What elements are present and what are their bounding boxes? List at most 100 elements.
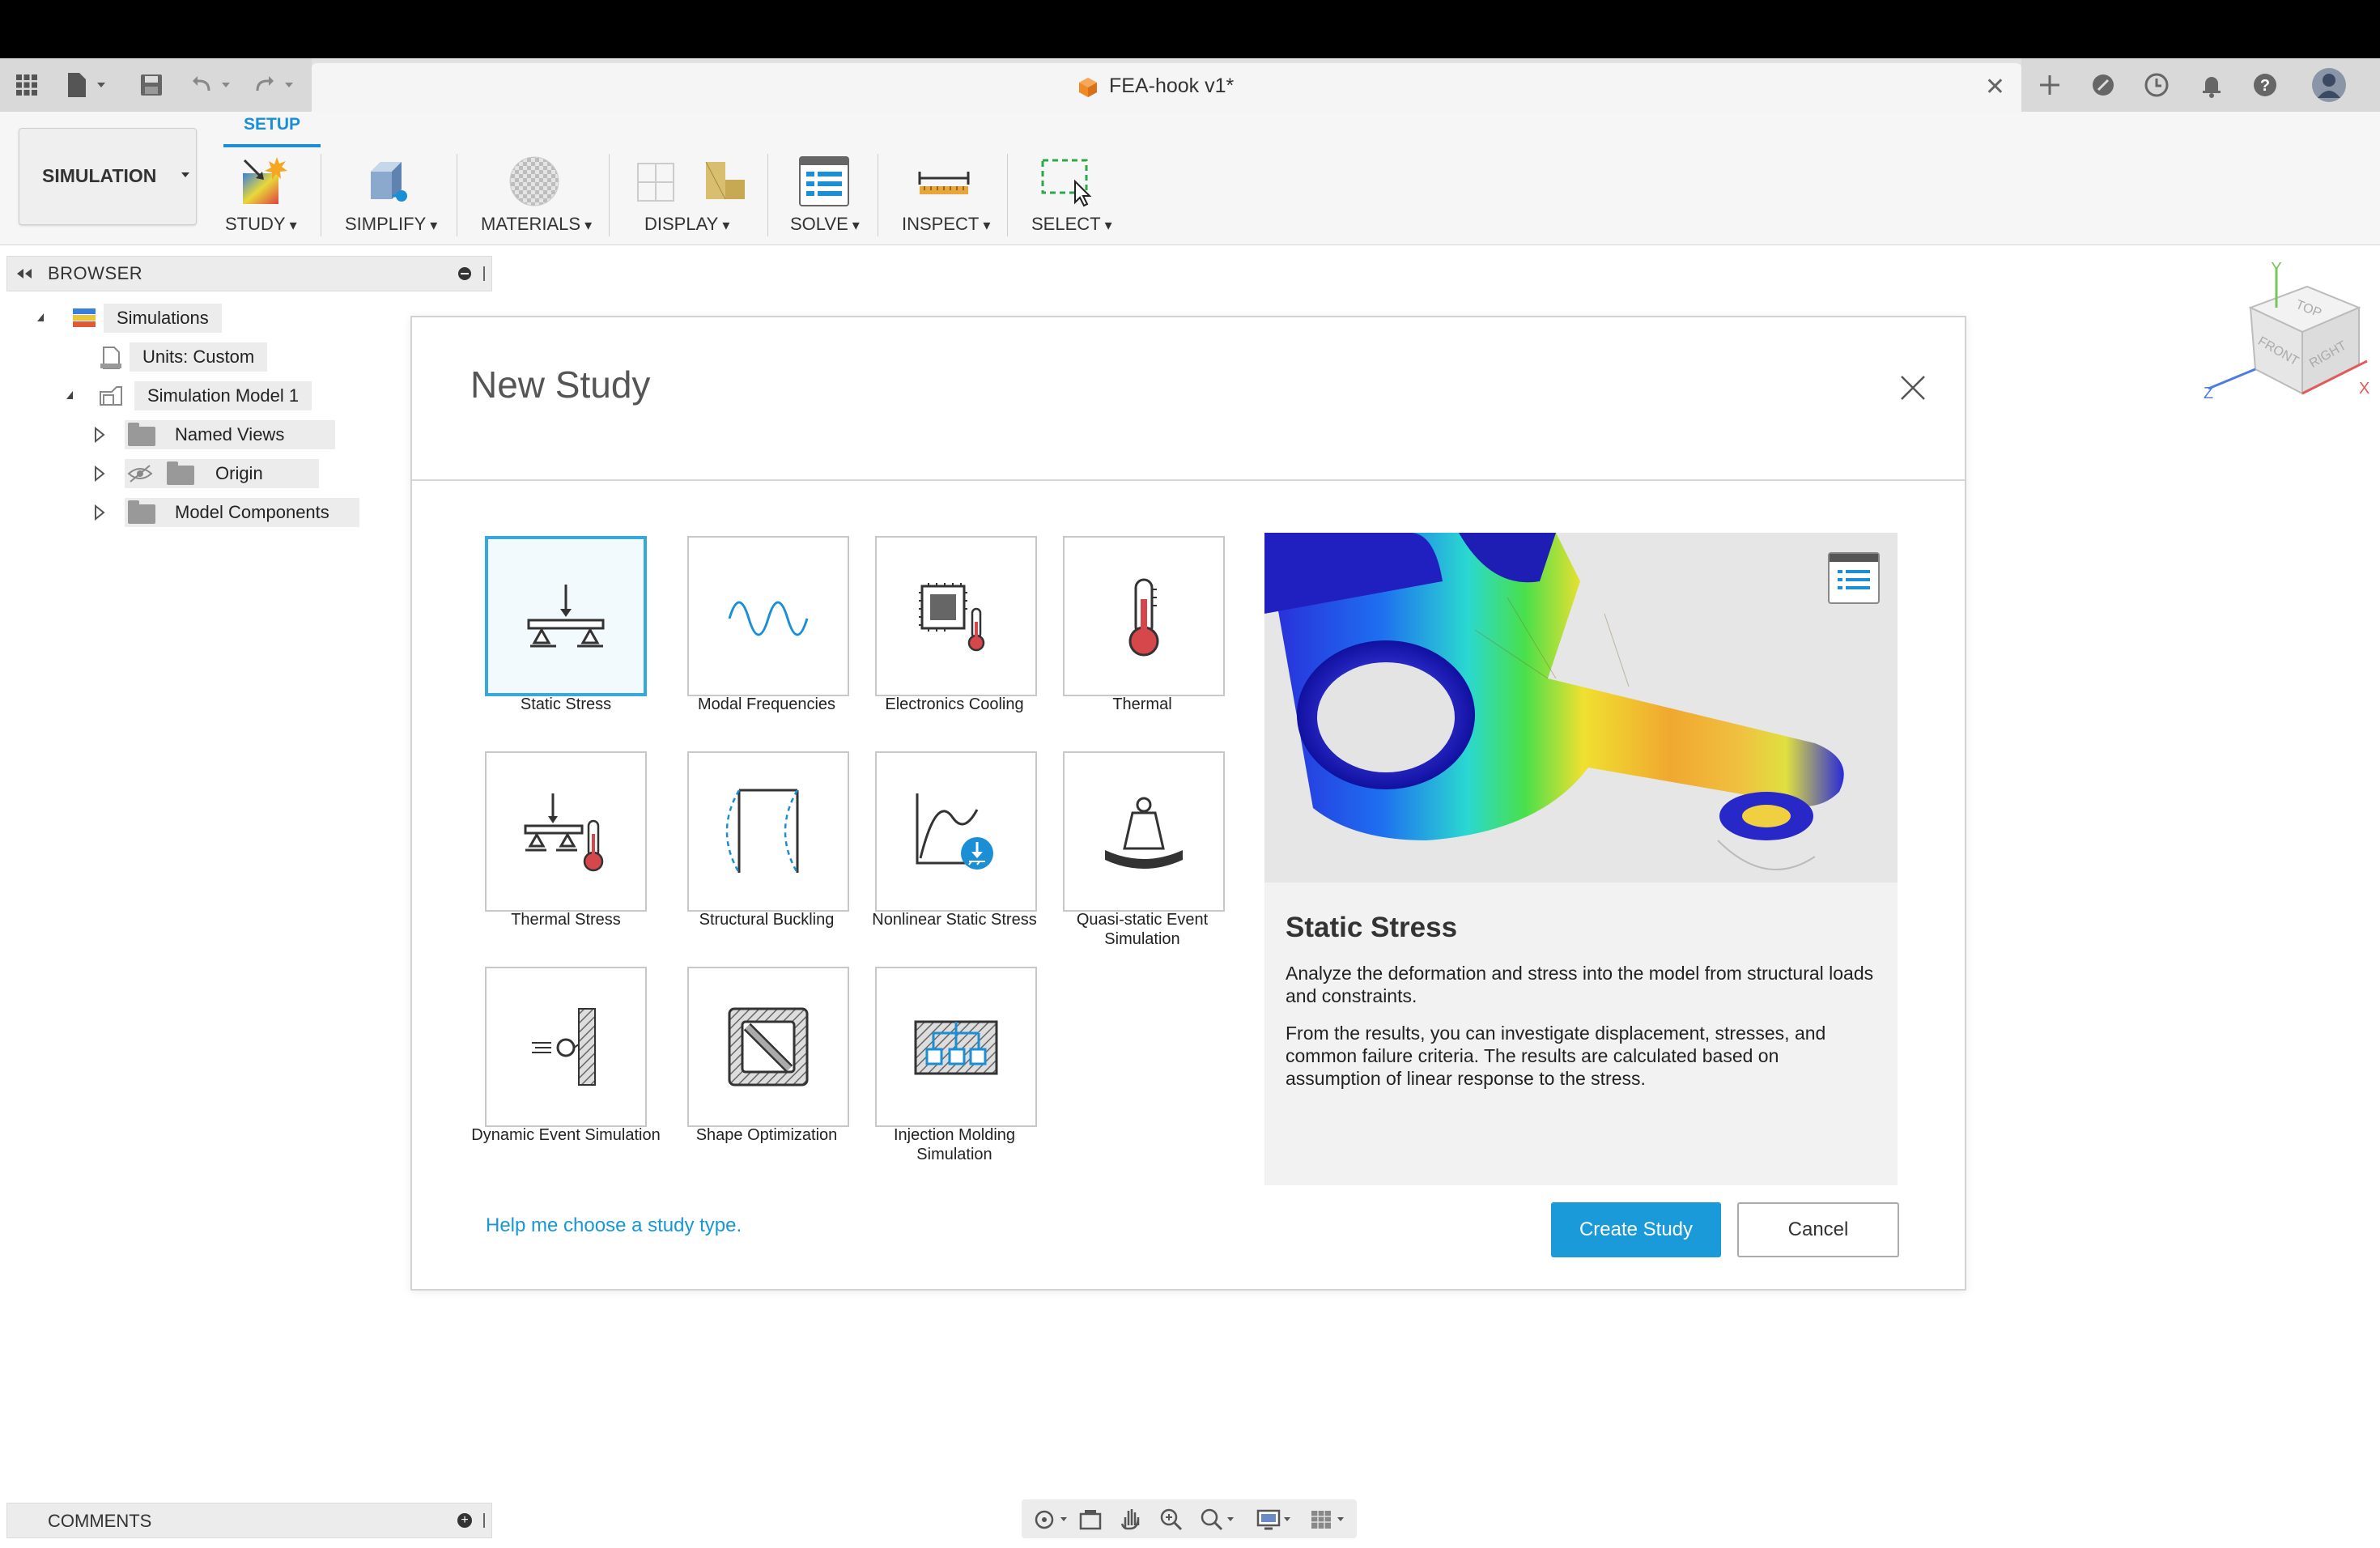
preview-description: Analyze the deformation and stress into … xyxy=(1286,963,1874,1006)
collapse-panel-icon[interactable] xyxy=(15,266,33,281)
study-label[interactable]: Structural Buckling xyxy=(669,910,864,929)
collapsed-arrow-icon[interactable] xyxy=(94,504,105,521)
solve-icon xyxy=(799,156,849,206)
study-tile-nonlinear-static-stress[interactable] xyxy=(875,751,1037,912)
job-status-icon[interactable] xyxy=(2143,71,2170,99)
study-label[interactable]: Nonlinear Static Stress xyxy=(857,910,1052,929)
save-icon[interactable] xyxy=(136,70,167,100)
orbit-icon[interactable] xyxy=(1033,1508,1069,1532)
study-label[interactable]: Electronics Cooling xyxy=(857,695,1052,714)
study-tile-structural-buckling[interactable] xyxy=(687,751,849,912)
inspect-group[interactable]: INSPECT xyxy=(899,154,996,241)
study-tile-injection-molding[interactable] xyxy=(875,967,1037,1127)
file-menu-icon[interactable] xyxy=(62,70,113,100)
display-group[interactable]: DISPLAY xyxy=(628,154,750,241)
simulations-icon xyxy=(73,308,96,327)
notifications-bell-icon[interactable] xyxy=(2198,71,2225,99)
grid-settings-icon[interactable] xyxy=(1310,1508,1345,1532)
inspect-label: INSPECT xyxy=(902,214,990,235)
structural-buckling-icon xyxy=(725,789,799,874)
dialog-title: New Study xyxy=(470,364,651,406)
cancel-button[interactable]: Cancel xyxy=(1737,1202,1899,1257)
solve-group[interactable]: SOLVE xyxy=(785,154,866,241)
help-choose-study-link[interactable]: Help me choose a study type. xyxy=(486,1214,742,1237)
browser-panel-header[interactable]: BROWSER xyxy=(6,256,492,291)
apps-grid-icon[interactable] xyxy=(11,70,42,100)
nonlinear-static-stress-icon xyxy=(916,793,993,870)
expanded-arrow-icon[interactable] xyxy=(66,391,73,399)
study-label[interactable]: Modal Frequencies xyxy=(669,695,864,714)
visibility-hidden-icon[interactable] xyxy=(126,464,154,483)
study-label[interactable]: Quasi-static Event Simulation xyxy=(1045,910,1239,949)
comments-panel-header[interactable]: COMMENTS + xyxy=(6,1503,492,1538)
study-tile-quasi-static-event[interactable] xyxy=(1063,751,1225,912)
document-cube-icon xyxy=(1079,78,1097,97)
thermal-stress-icon xyxy=(524,793,604,872)
study-tile-electronics-cooling[interactable] xyxy=(875,536,1037,696)
collapsed-arrow-icon[interactable] xyxy=(94,466,105,482)
study-group[interactable]: STUDY xyxy=(223,154,304,241)
select-group[interactable]: SELECT xyxy=(1028,154,1117,241)
display-shaded-icon xyxy=(705,161,745,200)
create-study-button[interactable]: Create Study xyxy=(1551,1202,1721,1257)
study-tile-thermal-stress[interactable] xyxy=(485,751,647,912)
tree-label: Units: Custom xyxy=(130,342,268,372)
panel-resize-handle-icon[interactable] xyxy=(482,265,488,283)
new-study-dialog: New Study Static Stress Modal Frequencie… xyxy=(410,316,1966,1291)
extensions-icon[interactable] xyxy=(2089,71,2117,99)
documentation-list-icon[interactable] xyxy=(1828,552,1880,604)
help-icon[interactable]: ? xyxy=(2251,71,2279,99)
collapsed-arrow-icon[interactable] xyxy=(94,427,105,443)
tab-setup[interactable]: SETUP xyxy=(223,115,321,149)
simplify-group[interactable]: SIMPLIFY xyxy=(340,154,437,241)
redo-icon[interactable] xyxy=(251,70,303,100)
new-tab-icon[interactable] xyxy=(2036,71,2063,99)
study-preview-panel: Static Stress Analyze the deformation an… xyxy=(1264,533,1898,1185)
materials-group[interactable]: MATERIALS xyxy=(478,154,607,241)
shape-optimization-icon xyxy=(728,1007,809,1087)
workspace-switcher[interactable]: SIMULATION xyxy=(19,128,197,225)
study-tile-dynamic-event[interactable] xyxy=(485,967,647,1127)
axis-x-label: X xyxy=(2359,380,2369,398)
select-box-icon xyxy=(1041,159,1092,207)
screen-top-bar xyxy=(0,0,2380,58)
view-cube[interactable]: TOP FRONT RIGHT Y X Z xyxy=(2186,259,2372,445)
pan-hand-icon[interactable] xyxy=(1119,1508,1143,1532)
study-label[interactable]: Dynamic Event Simulation xyxy=(469,1125,663,1145)
look-at-icon[interactable] xyxy=(1078,1508,1103,1532)
workspace-label: SIMULATION xyxy=(42,165,157,186)
title-bar: FEA-hook v1* ✕ ? xyxy=(0,58,2380,112)
fit-zoom-icon[interactable] xyxy=(1200,1508,1235,1532)
dynamic-event-icon xyxy=(532,1008,596,1086)
study-tile-modal-frequencies[interactable] xyxy=(687,536,849,696)
study-label[interactable]: Shape Optimization xyxy=(669,1125,864,1145)
thermal-icon xyxy=(1128,578,1159,657)
study-tile-static-stress[interactable] xyxy=(485,536,647,696)
display-mesh-icon xyxy=(637,163,674,202)
display-settings-icon[interactable] xyxy=(1256,1508,1292,1532)
study-label[interactable]: Thermal xyxy=(1045,695,1239,714)
panel-resize-handle-icon[interactable] xyxy=(482,1512,488,1529)
panel-minimize-icon[interactable] xyxy=(457,266,472,281)
zoom-icon[interactable] xyxy=(1159,1508,1184,1532)
simplify-icon xyxy=(371,162,407,202)
add-comment-icon[interactable]: + xyxy=(457,1513,472,1528)
study-label[interactable]: Static Stress xyxy=(469,695,663,714)
navigation-bar xyxy=(1022,1499,1357,1538)
folder-icon xyxy=(128,500,155,524)
model-icon xyxy=(100,386,122,406)
close-tab-icon[interactable]: ✕ xyxy=(1985,73,2005,101)
study-icon xyxy=(243,157,287,204)
undo-icon[interactable] xyxy=(188,70,240,100)
expanded-arrow-icon[interactable] xyxy=(37,313,44,321)
study-label: STUDY xyxy=(225,214,297,235)
study-tile-thermal[interactable] xyxy=(1063,536,1225,696)
close-dialog-icon[interactable] xyxy=(1899,374,1927,402)
document-tab[interactable]: FEA-hook v1* ✕ xyxy=(312,63,2021,112)
study-tile-shape-optimization[interactable] xyxy=(687,967,849,1127)
study-label[interactable]: Thermal Stress xyxy=(469,910,663,929)
title-bar-right-icons: ? xyxy=(2021,58,2380,112)
tree-label: Named Views xyxy=(162,420,298,449)
study-label[interactable]: Injection Molding Simulation xyxy=(857,1125,1052,1164)
user-avatar-icon[interactable] xyxy=(2311,67,2347,103)
